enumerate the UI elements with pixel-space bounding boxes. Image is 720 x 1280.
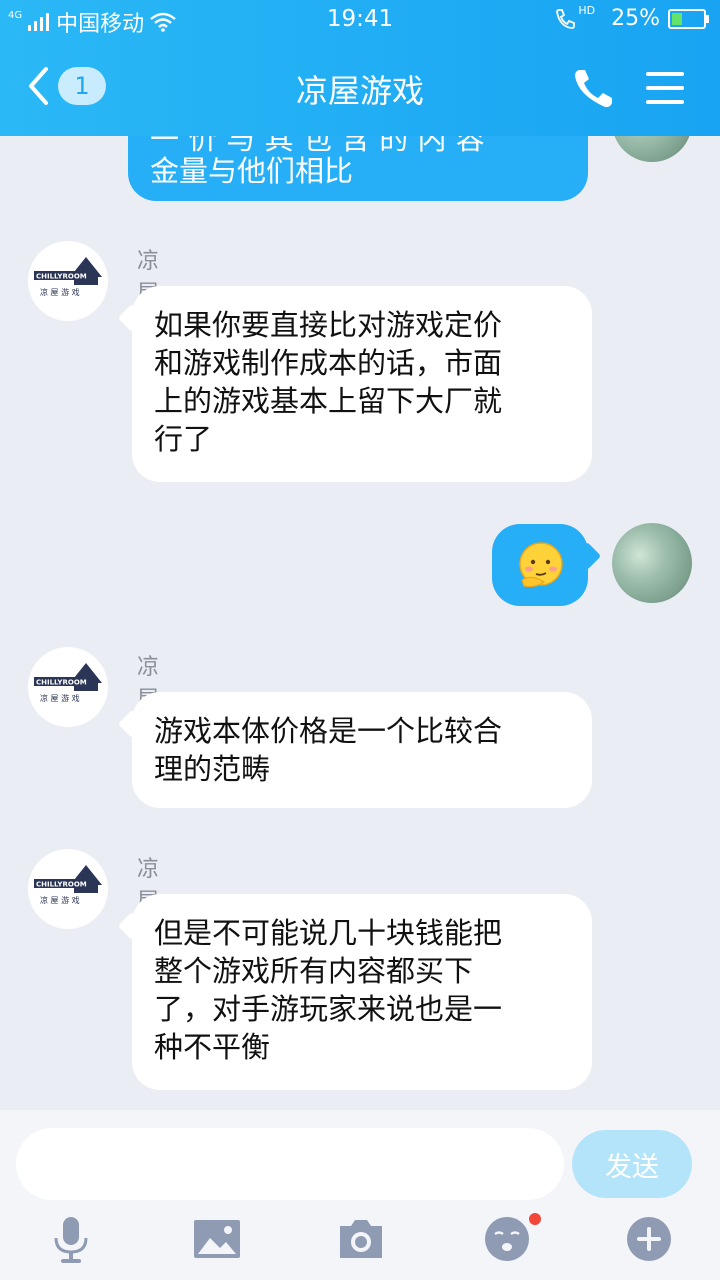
message-line: 整个游戏所有内容都买下	[154, 954, 474, 988]
nav-bar: 1 凉屋游戏	[0, 52, 720, 124]
battery-icon	[668, 8, 709, 29]
emoji-icon[interactable]	[482, 1214, 532, 1264]
message-line: 游戏本体价格是一个比较合	[154, 714, 503, 748]
message-line: 了，对手游玩家来说也是一	[154, 992, 503, 1026]
svg-text:CHILLYROOM: CHILLYROOM	[36, 679, 87, 687]
svg-text:CHILLYROOM: CHILLYROOM	[36, 881, 87, 889]
my-avatar[interactable]	[612, 523, 692, 603]
send-button[interactable]: 发送	[572, 1130, 692, 1198]
plus-icon[interactable]	[624, 1214, 674, 1264]
hd-call-icon	[556, 8, 576, 29]
mic-icon[interactable]	[46, 1214, 96, 1264]
image-icon[interactable]	[192, 1214, 242, 1264]
message-bubble[interactable]	[492, 524, 588, 606]
header: 4G 中国移动 19:41 HD 25% 1 凉屋游戏	[0, 0, 720, 136]
message-line: 种不平衡	[154, 1030, 271, 1064]
input-bar: 发送	[0, 1110, 720, 1280]
message-bubble[interactable]: 但是不可能说几十块钱能把 整个游戏所有内容都买下 了，对手游玩家来说也是一 种不…	[132, 894, 592, 1090]
logo-text: 凉 屋 游 戏	[40, 287, 80, 297]
sender-avatar[interactable]: CHILLYROOM 凉 屋 游 戏	[28, 241, 108, 321]
sender-avatar[interactable]: CHILLYROOM 凉 屋 游 戏	[28, 647, 108, 727]
chillyroom-logo-icon: CHILLYROOM 凉 屋 游 戏	[34, 257, 102, 297]
message-bubble[interactable]: 如果你要直接比对游戏定价 和游戏制作成本的话，市面 上的游戏基本上留下大厂就 行…	[132, 286, 592, 482]
camera-icon[interactable]	[336, 1214, 386, 1264]
logo-text: 凉 屋 游 戏	[40, 895, 80, 905]
message-line: 金量与他们相比	[150, 154, 354, 188]
phone-icon[interactable]	[570, 66, 616, 112]
status-bar: 4G 中国移动 19:41 HD 25%	[0, 0, 720, 38]
svg-text:CHILLYROOM: CHILLYROOM	[36, 273, 87, 281]
battery-percent: 25%	[611, 6, 660, 31]
message-input[interactable]	[16, 1128, 564, 1200]
hd-label: HD	[578, 4, 596, 17]
menu-icon[interactable]	[642, 66, 688, 110]
message-line: 但是不可能说几十块钱能把	[154, 916, 503, 950]
thinking-face-emoji-icon	[519, 542, 563, 588]
chillyroom-logo-icon: CHILLYROOM 凉 屋 游 戏	[34, 663, 102, 703]
message-line: 和游戏制作成本的话，市面	[154, 346, 503, 380]
status-right: HD 25%	[554, 4, 709, 31]
sender-avatar[interactable]: CHILLYROOM 凉 屋 游 戏	[28, 849, 108, 929]
message-line: 行了	[154, 422, 213, 456]
message-line: 理的范畴	[154, 752, 271, 786]
message-line: 上的游戏基本上留下大厂就	[154, 384, 503, 418]
chillyroom-logo-icon: CHILLYROOM 凉 屋 游 戏	[34, 865, 102, 905]
message-bubble[interactable]: 游戏本体价格是一个比较合 理的范畴	[132, 692, 592, 808]
logo-text: 凉 屋 游 戏	[40, 693, 80, 703]
message-line: 如果你要直接比对游戏定价	[154, 308, 503, 342]
notification-dot	[529, 1213, 541, 1225]
